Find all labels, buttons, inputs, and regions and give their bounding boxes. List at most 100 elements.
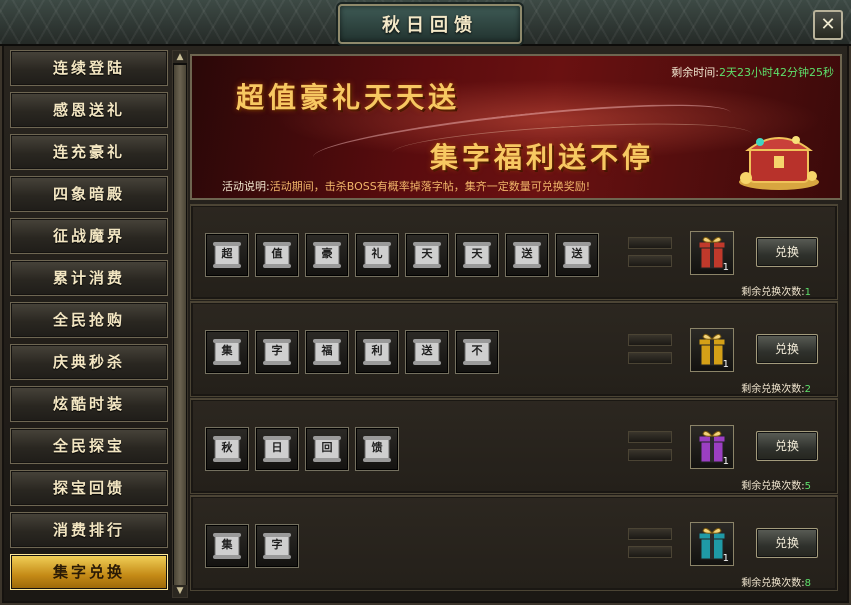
treasure-chest-icon xyxy=(739,136,819,190)
reward-gift-slot[interactable]: 1 xyxy=(690,522,734,566)
word-scroll-slot[interactable]: 字 xyxy=(255,524,299,568)
reward-gift-slot[interactable]: 1 xyxy=(690,328,734,372)
progress-bars xyxy=(628,334,672,370)
reward-count: 1 xyxy=(722,262,729,273)
exchange-button[interactable]: 兑换 xyxy=(756,334,818,364)
sidebar-item[interactable]: 集字兑换 xyxy=(10,554,168,590)
bar xyxy=(628,449,672,461)
scroll-character: 秋 xyxy=(221,441,233,454)
scroll-character: 天 xyxy=(471,247,483,260)
progress-bars xyxy=(628,237,672,273)
word-scroll-slot[interactable]: 送 xyxy=(405,330,449,374)
scroll-character: 字 xyxy=(271,344,283,357)
progress-bars xyxy=(628,431,672,467)
sidebar-item[interactable]: 连续登陆 xyxy=(10,50,168,86)
sidebar-scrollbar[interactable]: ▲ ▼ xyxy=(172,50,188,598)
exchange-button[interactable]: 兑换 xyxy=(756,431,818,461)
sidebar-item[interactable]: 炫酷时装 xyxy=(10,386,168,422)
bar xyxy=(628,255,672,267)
reward-count: 1 xyxy=(722,359,729,370)
remaining-label: 剩余兑换次数: xyxy=(741,481,805,492)
word-scroll-slot[interactable]: 集 xyxy=(205,330,249,374)
close-button[interactable]: ✕ xyxy=(813,10,843,40)
word-scroll-slot[interactable]: 超 xyxy=(205,233,249,277)
scroll-character: 超 xyxy=(221,247,233,260)
title-plate: 秋日回馈 xyxy=(338,4,522,44)
remaining-value: 2 xyxy=(804,384,811,395)
scroll-character: 福 xyxy=(321,344,333,357)
scroll-character: 送 xyxy=(421,344,433,357)
sidebar-item[interactable]: 消费排行 xyxy=(10,512,168,548)
exchange-row: 超值豪礼天天送送 1 兑换 剩余兑换次数:1 xyxy=(190,204,838,300)
sidebar-item[interactable]: 探宝回馈 xyxy=(10,470,168,506)
scroll-character: 豪 xyxy=(321,247,333,260)
event-description: 活动说明:活动期间，击杀BOSS有概率掉落字帖，集齐一定数量可兑换奖励! xyxy=(222,178,590,194)
scroll-character: 利 xyxy=(371,344,383,357)
exchange-row: 集 字 1 兑换 剩余兑换次数:8 xyxy=(190,495,838,591)
word-scroll-slot[interactable]: 送 xyxy=(555,233,599,277)
sidebar-item[interactable]: 全民抢购 xyxy=(10,302,168,338)
word-scroll-slot[interactable]: 天 xyxy=(455,233,499,277)
sidebar-item[interactable]: 四象暗殿 xyxy=(10,176,168,212)
timer-label: 剩余时间: xyxy=(671,66,719,79)
timer-value: 2天23小时42分钟25秒 xyxy=(719,66,834,79)
bar xyxy=(628,334,672,346)
sidebar-item[interactable]: 庆典秒杀 xyxy=(10,344,168,380)
sidebar-item[interactable]: 感恩送礼 xyxy=(10,92,168,128)
scroll-character: 值 xyxy=(271,247,283,260)
word-scroll-slot[interactable]: 送 xyxy=(505,233,549,277)
remaining-label: 剩余兑换次数: xyxy=(741,287,805,298)
word-scroll-slot[interactable]: 不 xyxy=(455,330,499,374)
scroll-down-arrow-icon[interactable]: ▼ xyxy=(173,585,187,597)
remaining-value: 1 xyxy=(804,287,811,298)
exchange-button[interactable]: 兑换 xyxy=(756,528,818,558)
reward-gift-slot[interactable]: 1 xyxy=(690,231,734,275)
banner-slogan-bottom: 集字福利送不停 xyxy=(430,141,655,174)
word-scroll-slot[interactable]: 豪 xyxy=(305,233,349,277)
exchange-button[interactable]: 兑换 xyxy=(756,237,818,267)
event-banner: 剩余时间:2天23小时42分钟25秒 超值豪礼天天送 集字福利送不停 活动说明:… xyxy=(190,54,842,200)
scroll-character: 送 xyxy=(521,247,533,260)
bar xyxy=(628,352,672,364)
word-scroll-slot[interactable]: 集 xyxy=(205,524,249,568)
word-scroll-slot[interactable]: 福 xyxy=(305,330,349,374)
word-scroll-slot[interactable]: 礼 xyxy=(355,233,399,277)
scroll-character: 不 xyxy=(471,344,483,357)
scroll-character: 馈 xyxy=(371,441,383,454)
scroll-up-arrow-icon[interactable]: ▲ xyxy=(173,51,187,63)
title-bar: 秋日回馈 ✕ xyxy=(0,0,851,46)
word-scroll-slot[interactable]: 天 xyxy=(405,233,449,277)
bar xyxy=(628,546,672,558)
sidebar-item[interactable]: 征战魔界 xyxy=(10,218,168,254)
reward-gift-slot[interactable]: 1 xyxy=(690,425,734,469)
scroll-character: 日 xyxy=(271,441,283,454)
remaining-label: 剩余兑换次数: xyxy=(741,384,805,395)
word-scroll-slot[interactable]: 字 xyxy=(255,330,299,374)
sidebar-item[interactable]: 累计消费 xyxy=(10,260,168,296)
reward-count: 1 xyxy=(722,553,729,564)
bar xyxy=(628,237,672,249)
word-scroll-slot[interactable]: 回 xyxy=(305,427,349,471)
word-scroll-slot[interactable]: 日 xyxy=(255,427,299,471)
desc-text: 活动期间，击杀BOSS有概率掉落字帖，集齐一定数量可兑换奖励! xyxy=(269,180,591,193)
sidebar-item[interactable]: 全民探宝 xyxy=(10,428,168,464)
word-scroll-slot[interactable]: 秋 xyxy=(205,427,249,471)
reward-count: 1 xyxy=(722,456,729,467)
scroll-character: 字 xyxy=(271,538,283,551)
word-scroll-slot[interactable]: 利 xyxy=(355,330,399,374)
scroll-character: 回 xyxy=(321,441,333,454)
scrollbar-thumb[interactable] xyxy=(174,65,186,591)
bar xyxy=(628,528,672,540)
desc-label: 活动说明: xyxy=(222,180,270,193)
exchange-row: 集 字 福 利 送 不 1 兑换剩余兑换次数:2 xyxy=(190,301,838,397)
remaining-exchanges: 剩余兑换次数:1 xyxy=(741,283,811,298)
progress-bars xyxy=(628,528,672,564)
word-scroll-slot[interactable]: 馈 xyxy=(355,427,399,471)
sidebar: 连续登陆感恩送礼连充豪礼四象暗殿征战魔界累计消费全民抢购庆典秒杀炫酷时装全民探宝… xyxy=(6,50,170,598)
scroll-character: 集 xyxy=(221,538,233,551)
word-scroll-slot[interactable]: 值 xyxy=(255,233,299,277)
banner-slogan-top: 超值豪礼天天送 xyxy=(236,81,461,114)
sidebar-item[interactable]: 连充豪礼 xyxy=(10,134,168,170)
bar xyxy=(628,431,672,443)
countdown-timer: 剩余时间:2天23小时42分钟25秒 xyxy=(671,64,834,80)
